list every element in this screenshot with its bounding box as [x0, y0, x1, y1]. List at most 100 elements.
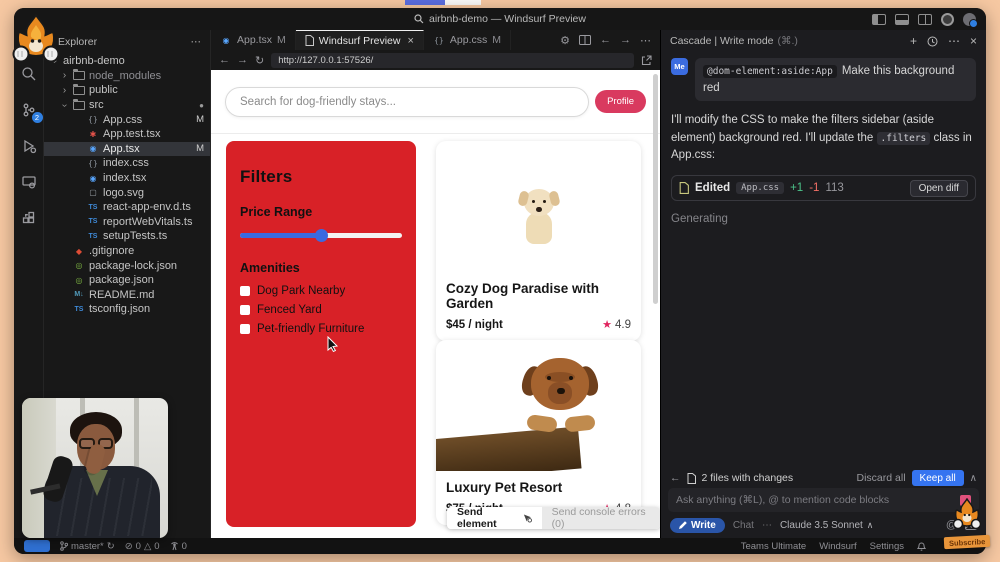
tree-file-readme[interactable]: M↓ README.md	[44, 288, 210, 303]
extensions-icon[interactable]	[19, 208, 39, 228]
folder-icon	[73, 86, 85, 95]
close-panel-icon[interactable]: ×	[970, 34, 977, 48]
collapse-icon[interactable]: ∧	[970, 473, 977, 484]
tree-file-setup-tests[interactable]: TS setupTests.ts	[44, 229, 210, 244]
checkbox-icon[interactable]	[240, 286, 250, 296]
listing-card[interactable]: Luxury Pet Resort $75 / night ★4.8	[436, 340, 641, 525]
tree-folder-node-modules[interactable]: › node_modules	[44, 69, 210, 84]
tree-file-report-web-vitals[interactable]: TS reportWebVitals.ts	[44, 215, 210, 230]
checkbox-icon[interactable]	[240, 324, 250, 334]
listing-card[interactable]: Cozy Dog Paradise with Garden $45 / nigh…	[436, 141, 641, 341]
problems-item[interactable]: ⊘0 △0	[125, 541, 160, 552]
keep-all-button[interactable]: Keep all	[912, 470, 964, 486]
slider-thumb[interactable]	[315, 229, 328, 242]
tree-folder-src[interactable]: › src ●	[44, 98, 210, 113]
preview-settings-icon[interactable]: ⚙	[560, 34, 570, 47]
tree-file-package-json[interactable]: ◎ package.json	[44, 273, 210, 288]
tree-file-logo-svg[interactable]: ▢ logo.svg	[44, 185, 210, 200]
tree-file-app-css[interactable]: {} App.css M	[44, 112, 210, 127]
send-element-button[interactable]: Send element	[447, 507, 542, 529]
remote-indicator[interactable]	[24, 540, 50, 552]
explorer-more-icon[interactable]: ⋯	[191, 36, 203, 48]
profile-button[interactable]: Profile	[595, 90, 646, 113]
amenity-option[interactable]: Dog Park Nearby	[240, 285, 402, 297]
editor-more-icon[interactable]: ⋯	[640, 34, 651, 47]
chevron-right-icon: ›	[60, 85, 69, 96]
ports-item[interactable]: 0	[170, 541, 187, 552]
open-diff-button[interactable]: Open diff	[910, 180, 968, 197]
url-field[interactable]: http://127.0.0.1:57526/	[271, 53, 634, 68]
split-editor-icon[interactable]	[579, 35, 591, 45]
mode-more-icon[interactable]: ⋯	[762, 520, 772, 531]
listing-price: $45 / night	[446, 319, 503, 331]
lines-added: +1	[790, 182, 803, 194]
nav-forward-icon[interactable]: →	[620, 34, 631, 46]
tree-folder-public[interactable]: › public	[44, 83, 210, 98]
source-control-icon[interactable]: 2	[19, 100, 39, 120]
tree-file-tsconfig[interactable]: TS tsconfig.json	[44, 302, 210, 317]
price-slider[interactable]	[240, 229, 402, 241]
chat-mode-toggle[interactable]: Chat	[733, 520, 754, 531]
changes-summary: 2 files with changes	[702, 472, 794, 484]
back-icon[interactable]: ←	[670, 472, 681, 484]
search-input[interactable]	[240, 96, 574, 108]
tree-file-index-tsx[interactable]: ◉ index.tsx	[44, 171, 210, 186]
cascade-input-box[interactable]	[668, 488, 979, 512]
preview-viewport: Profile Filters Price Range Amenities Do…	[211, 70, 660, 538]
search-pill[interactable]	[225, 87, 589, 117]
toggle-sidebar-icon[interactable]	[872, 14, 886, 25]
nav-back-icon[interactable]: ←	[600, 34, 611, 46]
svg-file-icon: ▢	[87, 188, 99, 197]
account-avatar[interactable]	[963, 13, 976, 26]
tree-file-app-test-tsx[interactable]: ✱ App.test.tsx	[44, 127, 210, 142]
preview-scrollbar[interactable]	[653, 74, 658, 304]
model-selector[interactable]: Claude 3.5 Sonnet ∧	[780, 520, 873, 531]
browser-reload-icon[interactable]: ↻	[255, 54, 264, 67]
new-conversation-icon[interactable]: +	[910, 34, 917, 48]
tab-windsurf-preview[interactable]: Windsurf Preview ×	[296, 30, 424, 50]
settings-item[interactable]: Settings	[870, 541, 904, 552]
checkbox-icon[interactable]	[240, 305, 250, 315]
run-debug-icon[interactable]	[19, 136, 39, 156]
branch-icon	[60, 541, 68, 551]
tsconfig-file-icon: TS	[73, 306, 85, 313]
chevron-down-icon: ›	[59, 101, 70, 110]
windsurf-item[interactable]: Windsurf	[819, 541, 856, 552]
subscribe-mascot-sticker: Subscribe	[942, 498, 990, 550]
open-external-icon[interactable]	[641, 55, 652, 66]
toggle-panel-icon[interactable]	[895, 14, 909, 25]
tree-file-gitignore[interactable]: ◆ .gitignore	[44, 244, 210, 259]
layout-icon[interactable]	[918, 14, 932, 25]
preview-send-toolbar: Send element Send console errors (0)	[447, 507, 660, 529]
tab-app-tsx[interactable]: ◉ App.tsx M	[211, 30, 296, 50]
git-branch-item[interactable]: master* ↻	[60, 541, 115, 552]
user-message: Me @dom-element:aside:AppMake this backg…	[671, 58, 976, 101]
windsurf-mascot-sticker	[8, 13, 64, 67]
tree-file-app-tsx[interactable]: ◉ App.tsx M	[44, 142, 210, 157]
dom-element-mention[interactable]: @dom-element:aside:App	[703, 65, 837, 78]
send-console-errors-button[interactable]: Send console errors (0)	[542, 507, 660, 529]
close-tab-icon[interactable]: ×	[407, 35, 413, 47]
browser-forward-icon[interactable]: →	[237, 54, 248, 66]
teams-ultimate-item[interactable]: Teams Ultimate	[741, 541, 806, 552]
preview-header: Profile	[211, 70, 660, 134]
tab-app-css[interactable]: {} App.css M	[424, 30, 511, 50]
bell-icon[interactable]	[917, 541, 926, 551]
discard-all-button[interactable]: Discard all	[857, 472, 906, 484]
cascade-input[interactable]	[676, 494, 960, 506]
customize-layout-icon[interactable]	[941, 13, 954, 26]
tree-file-react-app-env[interactable]: TS react-app-env.d.ts	[44, 200, 210, 215]
write-mode-toggle[interactable]: Write	[670, 518, 725, 533]
tree-root-airbnb-demo[interactable]: › airbnb-demo	[44, 54, 210, 69]
tab-modified-badge: M	[277, 34, 286, 46]
remote-explorer-icon[interactable]	[19, 172, 39, 192]
search-view-icon[interactable]	[19, 64, 39, 84]
tree-file-package-lock[interactable]: ◎ package-lock.json	[44, 258, 210, 273]
edited-file-card[interactable]: Edited App.css +1 -1 113 Open diff	[671, 175, 976, 201]
amenity-option[interactable]: Pet-friendly Furniture	[240, 323, 402, 335]
cascade-more-icon[interactable]: ⋯	[948, 34, 960, 48]
browser-back-icon[interactable]: ←	[219, 54, 230, 66]
tree-file-index-css[interactable]: {} index.css	[44, 156, 210, 171]
history-icon[interactable]	[927, 36, 938, 47]
amenity-option[interactable]: Fenced Yard	[240, 304, 402, 316]
